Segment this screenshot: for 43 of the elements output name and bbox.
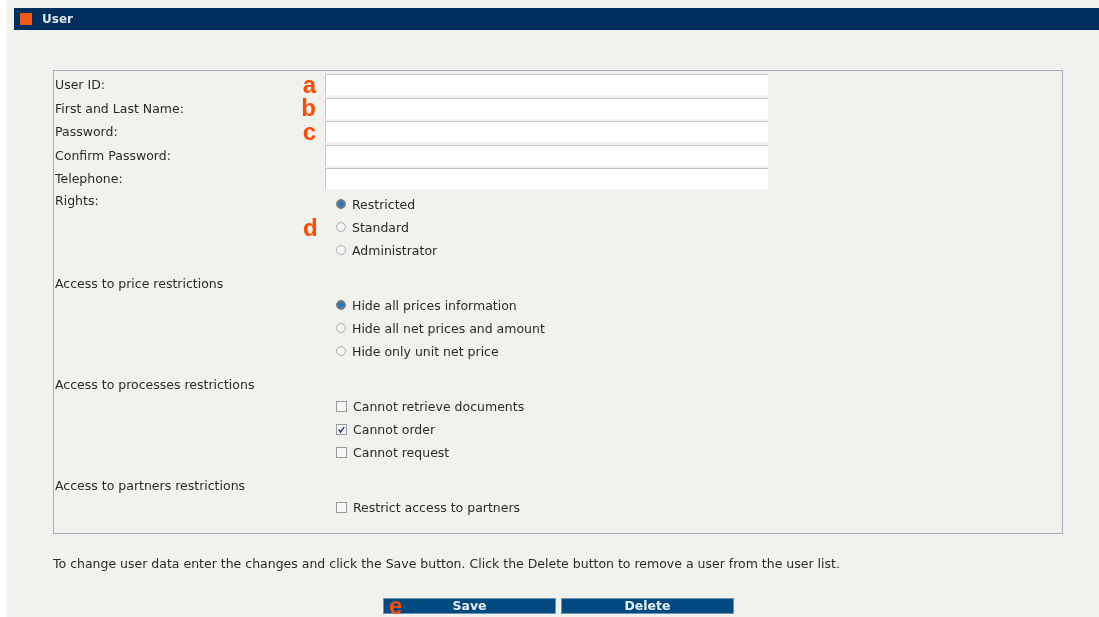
callout-letter: a: [302, 74, 316, 95]
callout-letter: b: [301, 98, 316, 119]
checkbox[interactable]: [336, 501, 347, 513]
option-label: Restrict access to partners: [353, 499, 521, 515]
option-label: Administrator: [352, 242, 438, 258]
option-label: Cannot order: [353, 421, 436, 437]
callout-letter: c: [302, 121, 316, 142]
section-heading: Access to price restrictions: [55, 274, 225, 293]
input-field[interactable]: [325, 121, 768, 143]
option-label: Restricted: [352, 196, 416, 212]
square-icon: [20, 13, 32, 25]
option-label: Standard: [352, 219, 409, 235]
field-label: Password:: [55, 124, 118, 140]
callout-letter: e: [389, 596, 403, 616]
field-label: First and Last Name:: [55, 100, 184, 116]
radio-button[interactable]: [336, 323, 346, 333]
input-field[interactable]: [325, 74, 768, 96]
input-field[interactable]: [325, 168, 768, 190]
section-heading: Access to processes restrictions: [55, 375, 256, 394]
checkbox[interactable]: [336, 446, 347, 458]
field-label: Confirm Password:: [55, 147, 171, 163]
option-label: Hide all prices information: [352, 297, 517, 313]
radio-button[interactable]: [336, 245, 346, 255]
option-label: Hide all net prices and amount: [352, 320, 545, 336]
field-label: Rights:: [55, 192, 99, 208]
field-label: User ID:: [55, 77, 105, 93]
radio-button[interactable]: [336, 346, 346, 356]
radio-button[interactable]: [336, 300, 346, 310]
radio-button[interactable]: [336, 222, 346, 232]
callout-letter: d: [303, 217, 318, 238]
checkbox[interactable]: [336, 400, 347, 412]
option-label: Cannot retrieve documents: [353, 398, 525, 414]
radio-button[interactable]: [336, 199, 346, 209]
input-field[interactable]: [325, 144, 768, 166]
section-heading: Access to partners restrictions: [55, 476, 247, 495]
option-label: Hide only unit net price: [352, 343, 499, 359]
help-text: To change user data enter the changes and click the Save button. Click the Delete button to remove a user from the user list.: [53, 556, 841, 571]
checkbox[interactable]: [336, 423, 347, 435]
option-label: Cannot request: [353, 444, 450, 460]
delete-button[interactable]: Delete: [561, 598, 734, 614]
input-field[interactable]: [325, 97, 768, 119]
field-label: Telephone:: [55, 171, 123, 187]
window-title: User: [42, 12, 73, 26]
